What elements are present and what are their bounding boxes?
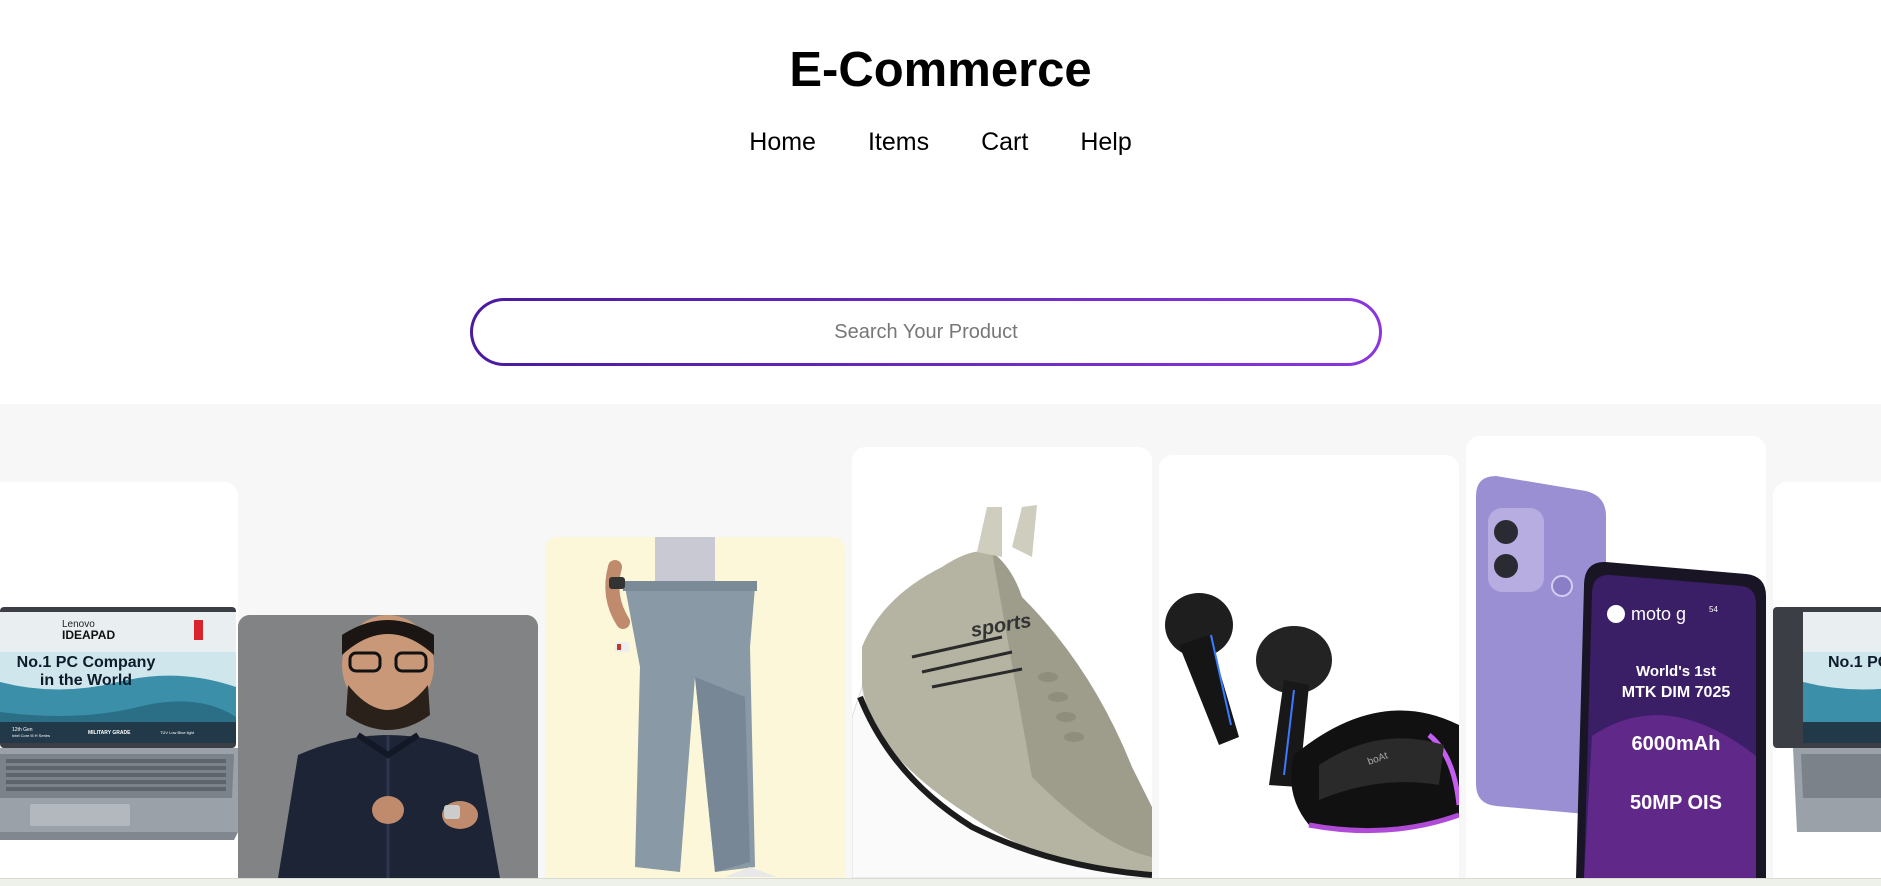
product-carousel[interactable]: Lenovo IDEAPAD No.1 PC Company in the Wo… [0, 404, 1881, 878]
trousers-image [545, 537, 845, 878]
product-card-shirt[interactable] [238, 615, 538, 878]
phone-line-1: World's 1st [1636, 663, 1716, 680]
product-card-laptop-repeat[interactable]: No.1 PC Company [1773, 482, 1881, 878]
search-bar [470, 298, 1382, 366]
nav-cart-link[interactable]: Cart [981, 124, 1028, 160]
nav-items-link[interactable]: Items [868, 124, 929, 160]
product-card-phone[interactable]: moto g 54 World's 1st MTK DIM 7025 6000m… [1466, 436, 1766, 878]
shirt-image [238, 615, 538, 878]
laptop-badge-tuv: TÜV Low Blue light [160, 730, 195, 735]
phone-brand: moto g [1631, 604, 1686, 624]
product-card-earbuds[interactable]: boAt [1159, 455, 1459, 878]
phone-line-4: 50MP OIS [1630, 792, 1722, 814]
phone-model-number: 54 [1709, 605, 1718, 614]
laptop-model: IDEAPAD [62, 628, 115, 642]
site-header: E-Commerce Home Items Cart Help [0, 0, 1881, 404]
laptop-headline-1: No.1 PC Company [17, 654, 156, 671]
laptop-badge-military: MILITARY GRADE [88, 730, 131, 736]
phone-image: moto g 54 World's 1st MTK DIM 7025 6000m… [1466, 436, 1766, 878]
laptop-image-repeat: No.1 PC Company [1773, 607, 1881, 832]
laptop-headline-2: in the World [40, 672, 132, 689]
page: E-Commerce Home Items Cart Help Lenovo I… [0, 0, 1881, 886]
shoes-image: sports [852, 447, 1152, 878]
site-title: E-Commerce [789, 43, 1092, 97]
nav-help-link[interactable]: Help [1080, 124, 1131, 160]
nav-home-link[interactable]: Home [749, 124, 816, 160]
laptop-badge-cpu: Intel Core i5 H Series [12, 733, 50, 738]
main-nav: Home Items Cart Help [0, 124, 1881, 160]
laptop-repeat-headline: No.1 PC Company [1828, 654, 1881, 671]
search-input[interactable] [473, 301, 1379, 363]
product-card-shoes[interactable]: sports [852, 447, 1152, 878]
phone-line-3: 6000mAh [1632, 733, 1721, 755]
laptop-image: Lenovo IDEAPAD No.1 PC Company in the Wo… [0, 607, 238, 840]
phone-line-2: MTK DIM 7025 [1622, 684, 1731, 701]
product-card-trousers[interactable] [545, 537, 845, 878]
bottom-divider [0, 878, 1881, 886]
product-card-laptop[interactable]: Lenovo IDEAPAD No.1 PC Company in the Wo… [0, 482, 238, 878]
earbuds-image: boAt [1159, 455, 1459, 878]
